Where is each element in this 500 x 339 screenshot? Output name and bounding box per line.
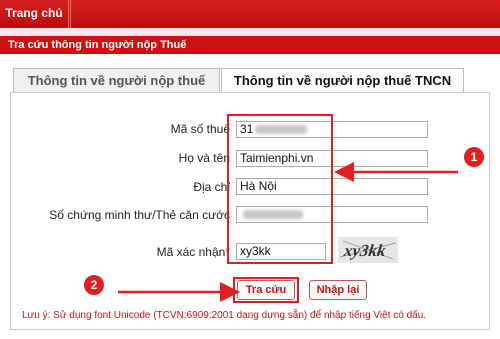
unicode-note: Lưu ý: Sử dụng font Unicode (TCVN:6909:2… (22, 310, 427, 321)
annotation-arrows (118, 162, 458, 302)
annotation-badge-2: 2 (84, 275, 104, 295)
annotation-badge-1: 1 (464, 147, 484, 167)
